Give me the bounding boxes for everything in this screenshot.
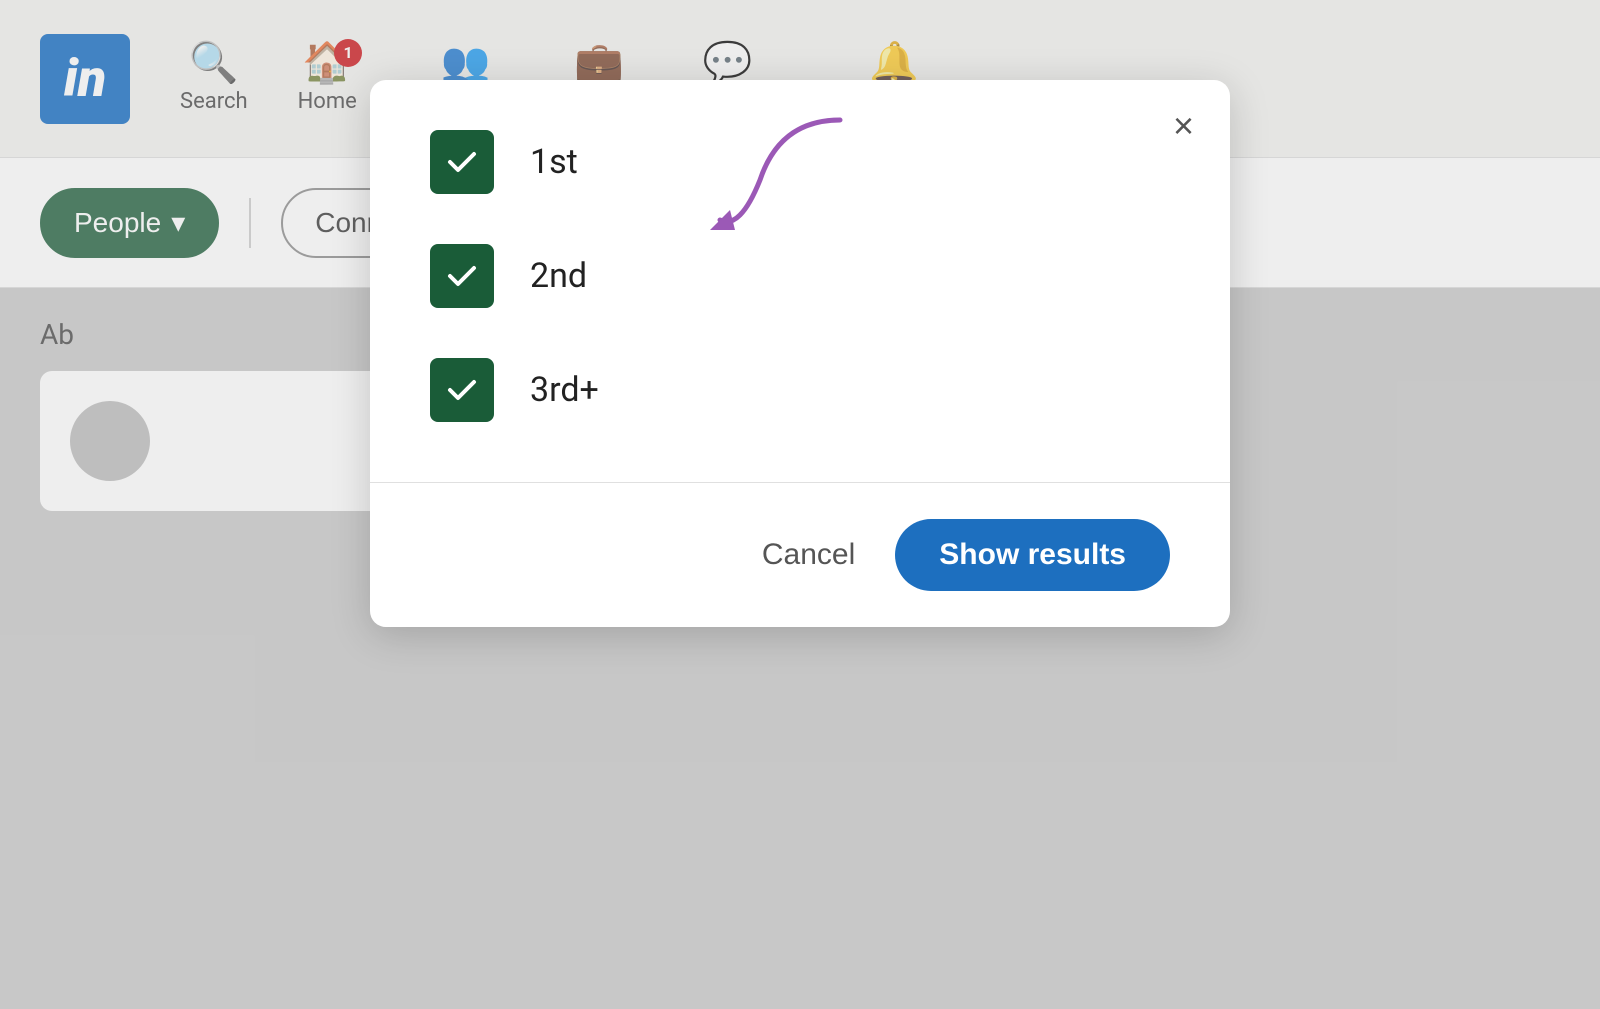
cancel-button[interactable]: Cancel [762,538,855,572]
close-button[interactable]: × [1173,108,1194,144]
checkbox-item-3rd: 3rd+ [430,358,1170,422]
checkbox-item-2nd: 2nd [430,244,1170,308]
checkbox-2nd[interactable] [430,244,494,308]
label-2nd: 2nd [530,256,587,296]
checkbox-item-1st: 1st [430,130,1170,194]
show-results-button[interactable]: Show results [895,519,1170,591]
label-3rd: 3rd+ [530,370,599,410]
checkbox-1st[interactable] [430,130,494,194]
modal-footer: Cancel Show results [370,482,1230,627]
checkbox-3rd[interactable] [430,358,494,422]
modal-body: × 1st 2nd 3rd+ [370,80,1230,482]
label-1st: 1st [530,142,578,182]
connections-modal: × 1st 2nd 3rd+ [370,80,1230,627]
